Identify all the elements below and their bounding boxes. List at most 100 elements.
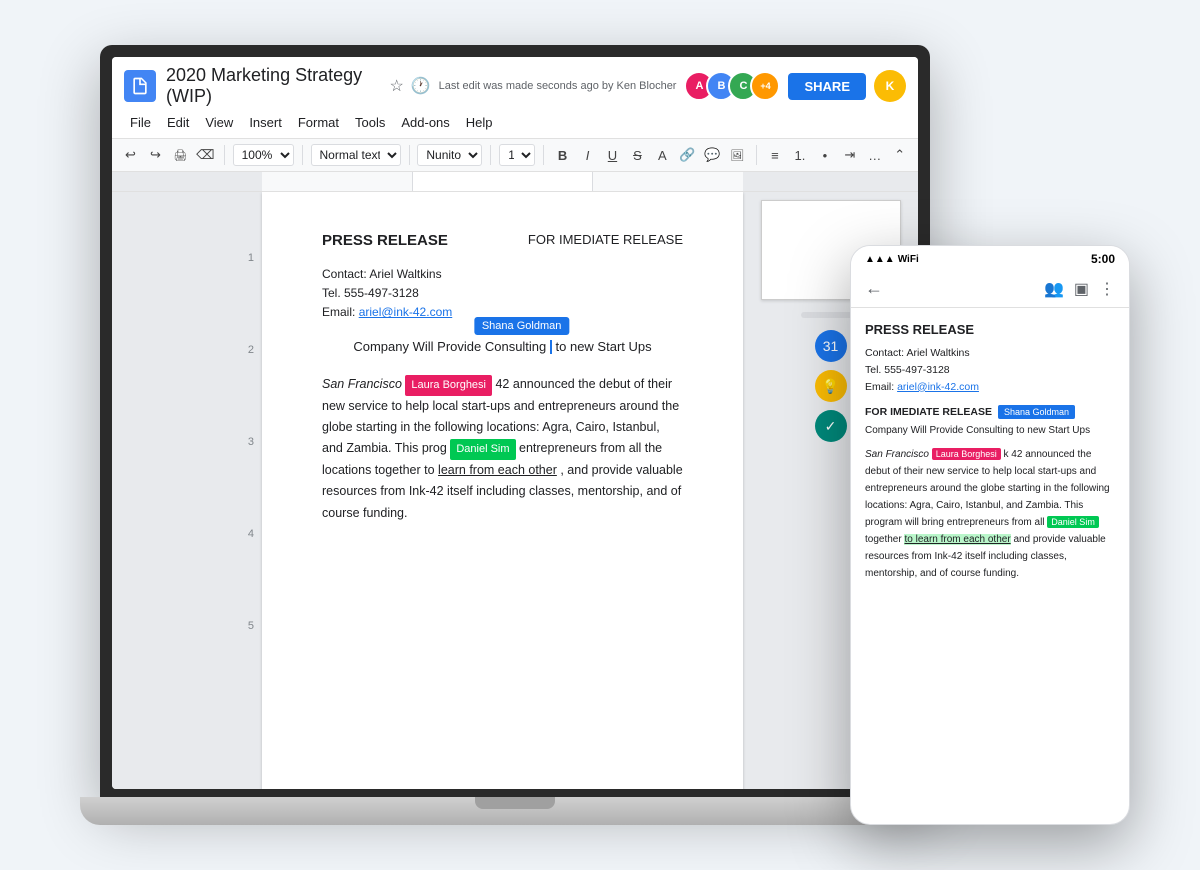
page-numbers: 1 2 3 4 5 [112, 192, 262, 632]
italic-button[interactable]: I [577, 143, 598, 167]
divider-2 [302, 145, 303, 165]
phone-tagline: Company Will Provide Consulting to new S… [865, 425, 1115, 436]
underline-button[interactable]: U [602, 143, 623, 167]
menu-file[interactable]: File [124, 113, 157, 132]
press-release-title: PRESS RELEASE [322, 232, 448, 249]
tablet-phone-icon[interactable]: ▣ [1074, 279, 1089, 299]
page-number-3: 3 [248, 436, 254, 448]
laptop-body [80, 797, 950, 825]
doc-page[interactable]: PRESS RELEASE FOR IMEDIATE RELEASE Conta… [262, 192, 743, 789]
body-text: San Francisco Laura Borghesi 42 announce… [322, 374, 683, 524]
phone-email-link[interactable]: ariel@ink-42.com [897, 381, 979, 393]
menu-tools[interactable]: Tools [349, 113, 391, 132]
comment-button[interactable]: 💬 [702, 143, 723, 167]
page-number-2: 2 [248, 344, 254, 356]
align-button[interactable]: ≡ [765, 143, 786, 167]
divider-6 [756, 145, 757, 165]
user-avatar: K [874, 70, 906, 102]
phone-contact-info: Contact: Ariel Waltkins Tel. 555-497-312… [865, 345, 1115, 395]
calendar-icon[interactable]: 31 [815, 330, 847, 362]
page-number-1: 1 [248, 252, 254, 264]
image-button[interactable]: 🖼 [727, 143, 748, 167]
doc-area: 1 2 3 4 5 PRESS RELEASE FOR IMEDIATE REL… [112, 192, 918, 789]
divider-5 [543, 145, 544, 165]
phone-time: 5:00 [1091, 252, 1115, 266]
doc-title[interactable]: 2020 Marketing Strategy (WIP) [166, 65, 387, 107]
laptop: 2020 Marketing Strategy (WIP) ☆ 🕐 Last e… [80, 45, 950, 825]
phone-learn-text: to learn from each other [904, 534, 1010, 545]
menu-help[interactable]: Help [460, 113, 499, 132]
phone-body-together: together [865, 534, 904, 545]
ruler-track [412, 172, 593, 191]
strikethrough-button[interactable]: S [627, 143, 648, 167]
contact-info: Contact: Ariel Waltkins Tel. 555-497-312… [322, 265, 683, 323]
expand-button[interactable]: ⌃ [889, 143, 910, 167]
menu-view[interactable]: View [199, 113, 239, 132]
left-margin: 1 2 3 4 5 [112, 192, 262, 789]
contact-line1: Contact: Ariel Waltkins [322, 265, 683, 284]
format-clear-button[interactable]: ⌫ [195, 143, 216, 167]
phone-for-release-text: FOR IMEDIATE RELEASE [865, 406, 992, 418]
menu-addons[interactable]: Add-ons [395, 113, 455, 132]
font-select[interactable]: Nunito [417, 144, 482, 166]
page-number-5: 5 [248, 620, 254, 632]
cursor-shana [550, 340, 552, 354]
star-icon[interactable]: ☆ [387, 76, 407, 96]
phone-laura-highlight: Laura Borghesi [932, 448, 1001, 460]
learn-from-each-other-text: learn from each other [438, 463, 557, 477]
toolbar: ↩ ↪ 🖨 ⌫ 100% Normal text Nunito [112, 139, 918, 172]
scene: 2020 Marketing Strategy (WIP) ☆ 🕐 Last e… [50, 25, 1150, 845]
tagline-text: Company Will Provide Consulting [353, 339, 550, 354]
page-number-4: 4 [248, 528, 254, 540]
divider-1 [224, 145, 225, 165]
phone: ▲▲▲ WiFi 5:00 ← 👥 ▣ ⋮ PRESS RELEASE Cont… [850, 245, 1130, 825]
tagline-text-2: to new Start Ups [556, 339, 652, 354]
check-icon[interactable]: ✓ [815, 410, 847, 442]
press-release-header: PRESS RELEASE FOR IMEDIATE RELEASE [322, 232, 683, 249]
laptop-screen: 2020 Marketing Strategy (WIP) ☆ 🕐 Last e… [112, 57, 918, 789]
indent-button[interactable]: ⇥ [839, 143, 860, 167]
menu-insert[interactable]: Insert [243, 113, 288, 132]
shana-goldman-tooltip: Shana Goldman [474, 317, 569, 335]
phone-status-bar: ▲▲▲ WiFi 5:00 [851, 246, 1129, 270]
more-phone-icon[interactable]: ⋮ [1099, 279, 1115, 299]
undo-button[interactable]: ↩ [120, 143, 141, 167]
link-button[interactable]: 🔗 [677, 143, 698, 167]
ruler [112, 172, 918, 192]
history-icon[interactable]: 🕐 [411, 76, 431, 96]
back-button[interactable]: ← [865, 278, 883, 299]
phone-for-release-row: FOR IMEDIATE RELEASE Shana Goldman [865, 405, 1115, 419]
share-button[interactable]: SHARE [788, 73, 866, 100]
bold-button[interactable]: B [552, 143, 573, 167]
style-select[interactable]: Normal text [311, 144, 401, 166]
phone-contact-1: Contact: Ariel Waltkins [865, 345, 1115, 362]
redo-button[interactable]: ↪ [145, 143, 166, 167]
zoom-select[interactable]: 100% [233, 144, 294, 166]
phone-contact-3: Email: ariel@ink-42.com [865, 379, 1115, 396]
collaborator-avatars: A B C +4 [684, 71, 780, 101]
avatar-4: +4 [750, 71, 780, 101]
signal-indicator: ▲▲▲ WiFi [865, 254, 919, 265]
menu-format[interactable]: Format [292, 113, 345, 132]
divider-4 [490, 145, 491, 165]
phone-content: PRESS RELEASE Contact: Ariel Waltkins Te… [851, 308, 1129, 806]
city-text: San Francisco [322, 377, 402, 391]
more-button[interactable]: … [864, 143, 885, 167]
email-link[interactable]: ariel@ink-42.com [359, 305, 453, 319]
daniel-sim-highlight: Daniel Sim [450, 439, 515, 460]
phone-press-title: PRESS RELEASE [865, 322, 1115, 337]
menu-edit[interactable]: Edit [161, 113, 195, 132]
numbered-list-button[interactable]: 1. [789, 143, 810, 167]
size-select[interactable]: 14 [499, 144, 535, 166]
phone-city: San Francisco [865, 449, 929, 460]
phone-body-text: San Francisco Laura Borghesi k 42 announ… [865, 446, 1115, 582]
highlight-button[interactable]: A [652, 143, 673, 167]
print-button[interactable]: 🖨 [170, 143, 191, 167]
laptop-screen-frame: 2020 Marketing Strategy (WIP) ☆ 🕐 Last e… [100, 45, 930, 797]
people-phone-icon[interactable]: 👥 [1044, 279, 1064, 299]
bulb-icon[interactable]: 💡 [815, 370, 847, 402]
phone-toolbar-icons: 👥 ▣ ⋮ [1044, 279, 1115, 299]
phone-shana-badge: Shana Goldman [998, 405, 1075, 419]
menu-bar: File Edit View Insert Format Tools Add-o… [124, 111, 906, 138]
bullet-list-button[interactable]: • [814, 143, 835, 167]
